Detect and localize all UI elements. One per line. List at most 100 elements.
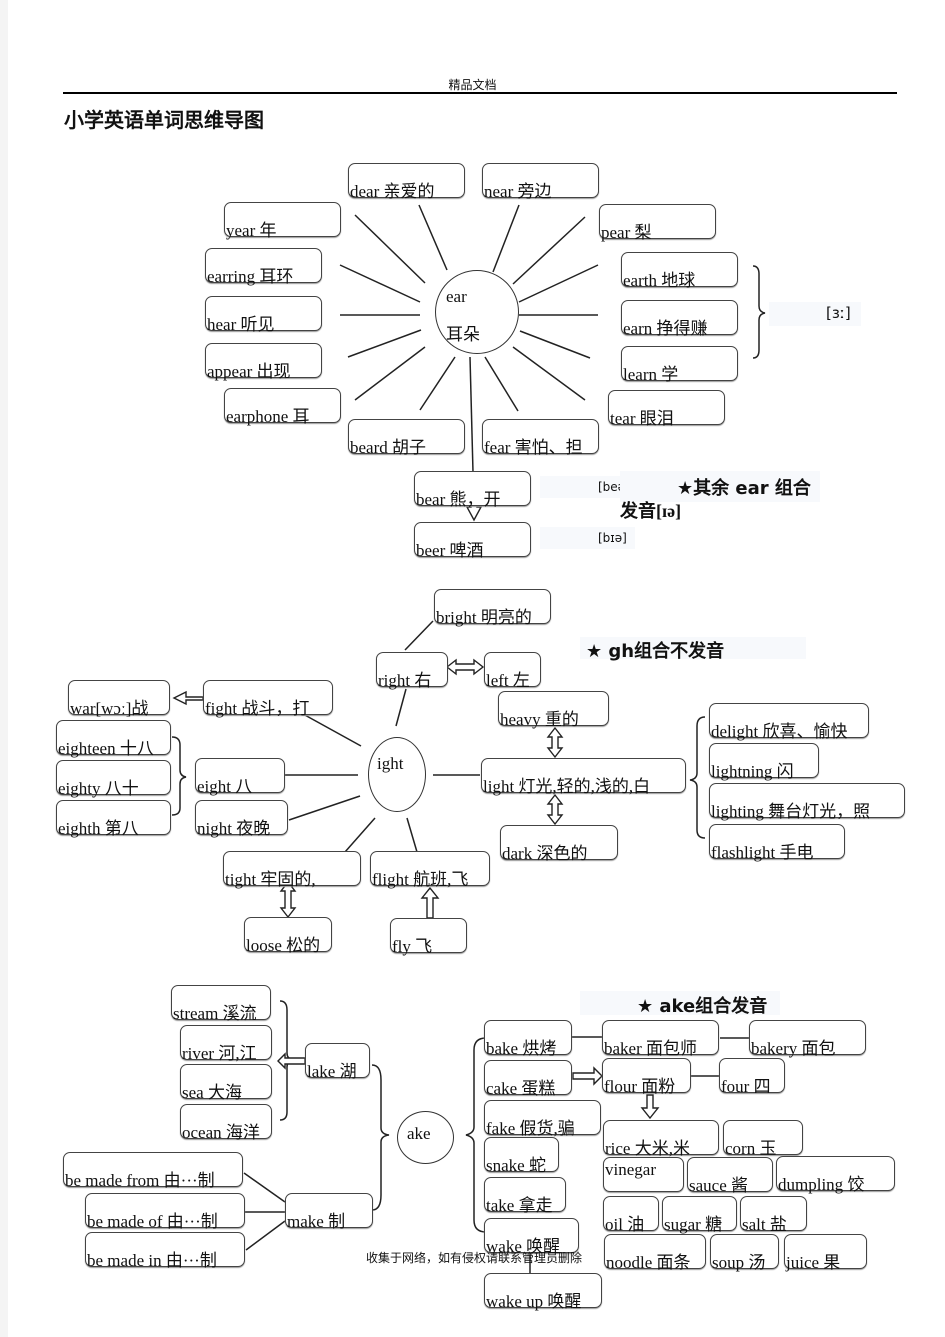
word-label: corn 玉 (725, 1139, 777, 1158)
ake-note: ★ ake组合发音 (580, 991, 780, 1017)
word-wake: wake 唤醒 (484, 1218, 579, 1256)
word-cake: cake 蛋糕 (484, 1060, 572, 1098)
ight-note-label: ★ gh组合不发音 (586, 641, 725, 662)
word-label: bakery 面包 (751, 1039, 836, 1058)
word-label: sauce 酱 (689, 1176, 749, 1195)
word-label: earn 挣得赚 (623, 319, 708, 338)
word-label: dear 亲爱的 (350, 182, 435, 201)
ake-note-label: ★ ake组合发音 (637, 996, 768, 1017)
word-heavy: heavy 重的 (498, 691, 609, 729)
word-label: make 制 (287, 1212, 346, 1231)
word-snake: snake 蛇 (484, 1137, 559, 1175)
word-bear: bear 熊，开 (414, 471, 531, 509)
word-label: wake up 唤醒 (486, 1292, 582, 1311)
word-label: lighting 舞台灯光，照 (711, 802, 871, 821)
word-eighth: eighth 第八 (56, 800, 171, 838)
word-juice: juice 果 (784, 1234, 867, 1272)
word-learn: learn 学 (621, 346, 738, 384)
word-label: juice 果 (786, 1253, 841, 1272)
word-earth: earth 地球 (621, 252, 738, 290)
word-hear: hear 听见 (205, 296, 322, 334)
word-earring: earring 耳环 (205, 248, 322, 286)
word-dumpling: dumpling 饺 (776, 1156, 895, 1194)
word-river: river 河,江 (180, 1025, 272, 1063)
word-label: be made in 由···制 (87, 1251, 217, 1270)
word-tight: tight 牢固的, (223, 851, 361, 889)
word-wake-up: wake up 唤醒 (484, 1273, 602, 1311)
word-label: ocean 海洋 (182, 1123, 260, 1142)
word-label: year 年 (226, 221, 277, 240)
word-label: sugar 糖 (664, 1215, 723, 1234)
word-soup: soup 汤 (710, 1234, 779, 1272)
word-label: stream 溪流 (173, 1004, 257, 1023)
word-dark: dark 深色的 (500, 825, 618, 863)
word-flight: flight 航班,飞 (370, 851, 490, 889)
footer-disclaimer: 收集于网络，如有侵权请联系管理员删除 (366, 1251, 583, 1265)
word-lake: lake 湖 (305, 1043, 370, 1081)
ake-center-node: ake (397, 1111, 454, 1164)
word-make: make 制 (285, 1193, 373, 1231)
word-take: take 拿走 (484, 1177, 566, 1215)
word-night: night 夜晚 (195, 800, 288, 838)
word-label: learn 学 (623, 365, 679, 384)
word-earphone: earphone 耳 (224, 388, 341, 426)
word-delight: delight 欣喜、愉快 (709, 703, 869, 741)
word-label: oil 油 (605, 1215, 645, 1234)
word-label: night 夜晚 (197, 819, 271, 838)
word-eighteen: eighteen 十八 (56, 720, 171, 758)
word-label: dark 深色的 (502, 844, 588, 863)
word-label: bake 烘烤 (486, 1039, 557, 1058)
word-label: eight 八 (197, 777, 253, 796)
phonetic-bear: [beə] (540, 476, 630, 498)
word-label: light 灯光,轻的,浅的,白 (483, 777, 651, 796)
word-label: beard 胡子 (350, 438, 427, 457)
word-salt: salt 盐 (740, 1196, 807, 1234)
word-lightning: lightning 闪 (709, 743, 819, 781)
word-label: tight 牢固的, (225, 870, 316, 889)
ear-center-word: ear (446, 287, 467, 306)
ight-center-node: ight (368, 737, 426, 812)
word-label: river 河,江 (182, 1044, 257, 1063)
word-label: be made of 由···制 (87, 1212, 218, 1231)
phonetic-er: [ɜː] (769, 302, 861, 326)
word-label: take 拿走 (486, 1196, 553, 1215)
ight-center-label: ight (377, 754, 404, 773)
word-lighting: lighting 舞台灯光，照 (709, 783, 905, 821)
word-label: vinegar (605, 1160, 656, 1179)
word-label: eighty 八十 (58, 779, 139, 798)
word-label: heavy 重的 (500, 710, 579, 729)
word-label: earth 地球 (623, 271, 696, 290)
ight-note: ★ gh组合不发音 (580, 637, 806, 662)
word-stream: stream 溪流 (171, 985, 271, 1023)
word-be-made-from: be made from 由···制 (63, 1152, 243, 1190)
ear-note-line1: ★其余 ear 组合 (677, 478, 811, 499)
word-label: fear 害怕、担 (484, 438, 583, 457)
word-bright: bright 明亮的 (434, 589, 551, 627)
word-eighty: eighty 八十 (56, 760, 171, 798)
word-bakery: bakery 面包 (749, 1020, 866, 1058)
word-appear: appear 出现 (205, 343, 322, 381)
word-label: pear 梨 (601, 223, 652, 242)
word-ocean: ocean 海洋 (180, 1104, 272, 1142)
word-label: be made from 由···制 (65, 1171, 215, 1190)
word-eight: eight 八 (195, 758, 285, 796)
phonetic-beer: [bɪə] (540, 527, 635, 549)
word-label: bright 明亮的 (436, 608, 532, 627)
word-label: bear 熊，开 (416, 490, 501, 509)
word-label: snake 蛇 (486, 1156, 546, 1175)
word-label: flashlight 手电 (711, 843, 814, 862)
word-flashlight: flashlight 手电 (709, 824, 845, 862)
word-label: earphone 耳 (226, 407, 310, 426)
document-page: 精品文档 小学英语单词思维导图 ear 耳朵 dear 亲爱的 near 旁边 … (0, 0, 945, 1337)
word-loose: loose 松的 (244, 917, 332, 955)
word-label: noodle 面条 (606, 1253, 691, 1272)
word-label: right 右 (378, 671, 432, 690)
word-year: year 年 (224, 202, 341, 240)
word-label: delight 欣喜、愉快 (711, 722, 848, 741)
word-label: fake 假货,骗 (486, 1119, 575, 1138)
word-left: left 左 (484, 652, 541, 690)
word-label: lightning 闪 (711, 762, 794, 781)
word-sauce: sauce 酱 (687, 1157, 773, 1195)
word-beer: beer 啤酒 (414, 522, 531, 560)
word-baker: baker 面包师 (602, 1020, 719, 1058)
